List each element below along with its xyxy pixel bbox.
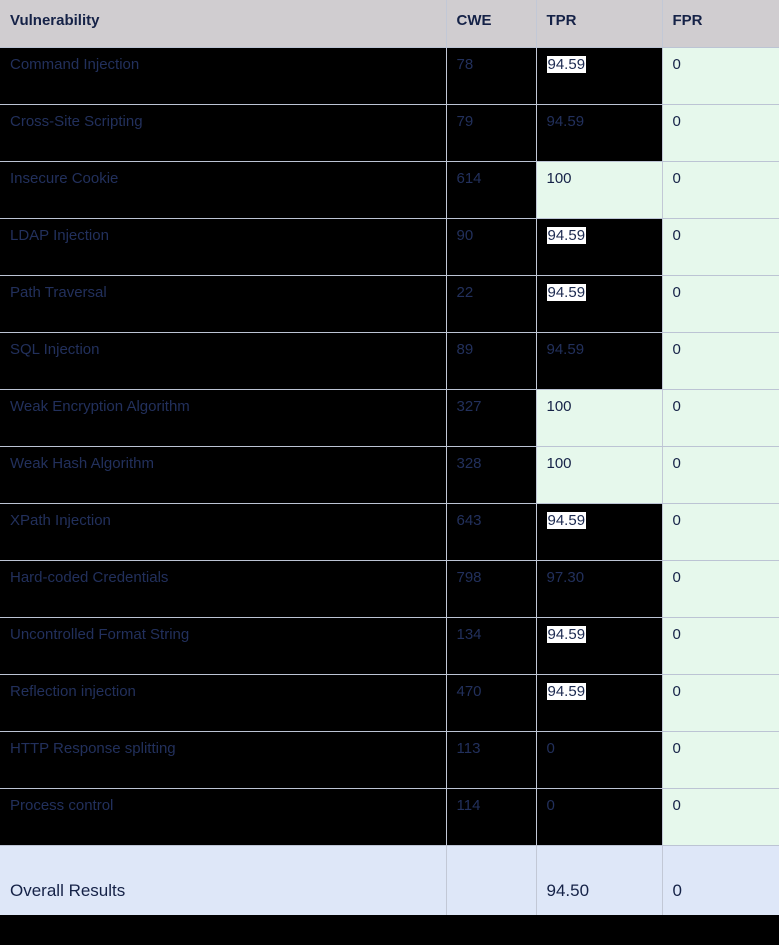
table-body: Command Injection 78 94.59 0 Cross-Site Scri… bbox=[0, 47, 779, 846]
column-header-tpr[interactable]: TPR bbox=[536, 0, 663, 48]
cell-tpr: 97.30 bbox=[536, 560, 663, 618]
table-row[interactable]: Process control 114 0 0 bbox=[0, 788, 779, 846]
cell-cwe: 89 bbox=[446, 332, 537, 390]
cell-cwe: 328 bbox=[446, 446, 537, 504]
cell-cwe: 114 bbox=[446, 788, 537, 846]
cell-vulnerability: Insecure Cookie bbox=[0, 161, 447, 219]
cell-fpr: 0 bbox=[662, 104, 779, 162]
cell-fpr: 0 bbox=[662, 218, 779, 276]
table-row[interactable]: Cross-Site Scripting 79 94.59 0 bbox=[0, 104, 779, 162]
cell-tpr: 100 bbox=[536, 161, 663, 219]
cell-tpr: 94.59 bbox=[536, 47, 663, 105]
table-row[interactable]: XPath Injection 643 94.59 0 bbox=[0, 503, 779, 561]
bottom-black-strip bbox=[0, 915, 779, 939]
cell-vulnerability: Path Traversal bbox=[0, 275, 447, 333]
table-footer: Overall Results 94.50 0 bbox=[0, 844, 779, 915]
cell-tpr: 100 bbox=[536, 446, 663, 504]
cell-cwe: 22 bbox=[446, 275, 537, 333]
overall-results-tpr: 94.50 bbox=[536, 844, 663, 915]
column-header-cwe[interactable]: CWE bbox=[446, 0, 537, 48]
cell-vulnerability: XPath Injection bbox=[0, 503, 447, 561]
cell-vulnerability: Weak Hash Algorithm bbox=[0, 446, 447, 504]
table-row[interactable]: Path Traversal 22 94.59 0 bbox=[0, 275, 779, 333]
column-header-vulnerability[interactable]: Vulnerability bbox=[0, 0, 447, 48]
cell-cwe: 134 bbox=[446, 617, 537, 675]
cell-cwe: 90 bbox=[446, 218, 537, 276]
table-row[interactable]: Weak Encryption Algorithm 327 100 0 bbox=[0, 389, 779, 447]
overall-results-fpr: 0 bbox=[662, 844, 779, 915]
highlighted-value: 94.59 bbox=[546, 682, 587, 700]
highlighted-value: 94.59 bbox=[546, 226, 587, 244]
cell-vulnerability: Uncontrolled Format String bbox=[0, 617, 447, 675]
cell-fpr: 0 bbox=[662, 674, 779, 732]
cell-tpr: 0 bbox=[536, 788, 663, 846]
highlighted-value: 94.59 bbox=[546, 55, 587, 73]
cell-tpr: 100 bbox=[536, 389, 663, 447]
table-header: Vulnerability CWE TPR FPR bbox=[0, 0, 779, 48]
table-row[interactable]: LDAP Injection 90 94.59 0 bbox=[0, 218, 779, 276]
cell-cwe: 470 bbox=[446, 674, 537, 732]
cell-tpr: 94.59 bbox=[536, 617, 663, 675]
cell-fpr: 0 bbox=[662, 389, 779, 447]
cell-fpr: 0 bbox=[662, 332, 779, 390]
cell-cwe: 79 bbox=[446, 104, 537, 162]
cell-fpr: 0 bbox=[662, 503, 779, 561]
cell-fpr: 0 bbox=[662, 788, 779, 846]
vulnerability-results-table: Vulnerability CWE TPR FPR Command Inject… bbox=[0, 0, 779, 915]
table-row[interactable]: SQL Injection 89 94.59 0 bbox=[0, 332, 779, 390]
column-header-fpr[interactable]: FPR bbox=[662, 0, 779, 48]
overall-results-label: Overall Results bbox=[0, 844, 447, 915]
table-row[interactable]: Hard-coded Credentials 798 97.30 0 bbox=[0, 560, 779, 618]
cell-cwe: 327 bbox=[446, 389, 537, 447]
cell-fpr: 0 bbox=[662, 560, 779, 618]
table-row[interactable]: HTTP Response splitting 113 0 0 bbox=[0, 731, 779, 789]
cell-vulnerability: Reflection injection bbox=[0, 674, 447, 732]
cell-tpr: 0 bbox=[536, 731, 663, 789]
header-row: Vulnerability CWE TPR FPR bbox=[0, 0, 779, 48]
cell-vulnerability: Weak Encryption Algorithm bbox=[0, 389, 447, 447]
table-row[interactable]: Insecure Cookie 614 100 0 bbox=[0, 161, 779, 219]
cell-vulnerability: Hard-coded Credentials bbox=[0, 560, 447, 618]
table-row[interactable]: Weak Hash Algorithm 328 100 0 bbox=[0, 446, 779, 504]
cell-tpr: 94.59 bbox=[536, 674, 663, 732]
cell-tpr: 94.59 bbox=[536, 218, 663, 276]
cell-cwe: 798 bbox=[446, 560, 537, 618]
overall-results-row: Overall Results 94.50 0 bbox=[0, 844, 779, 915]
highlighted-value: 94.59 bbox=[546, 625, 587, 643]
table-row[interactable]: Reflection injection 470 94.59 0 bbox=[0, 674, 779, 732]
cell-cwe: 113 bbox=[446, 731, 537, 789]
cell-cwe: 78 bbox=[446, 47, 537, 105]
cell-tpr: 94.59 bbox=[536, 104, 663, 162]
cell-fpr: 0 bbox=[662, 161, 779, 219]
table-row[interactable]: Command Injection 78 94.59 0 bbox=[0, 47, 779, 105]
table-row[interactable]: Uncontrolled Format String 134 94.59 0 bbox=[0, 617, 779, 675]
cell-fpr: 0 bbox=[662, 617, 779, 675]
cell-cwe: 614 bbox=[446, 161, 537, 219]
cell-fpr: 0 bbox=[662, 47, 779, 105]
cell-vulnerability: SQL Injection bbox=[0, 332, 447, 390]
cell-vulnerability: Process control bbox=[0, 788, 447, 846]
cell-fpr: 0 bbox=[662, 275, 779, 333]
cell-vulnerability: Command Injection bbox=[0, 47, 447, 105]
overall-results-cwe bbox=[446, 844, 537, 915]
cell-tpr: 94.59 bbox=[536, 275, 663, 333]
cell-tpr: 94.59 bbox=[536, 503, 663, 561]
highlighted-value: 94.59 bbox=[546, 511, 587, 529]
cell-fpr: 0 bbox=[662, 446, 779, 504]
cell-vulnerability: HTTP Response splitting bbox=[0, 731, 447, 789]
cell-vulnerability: Cross-Site Scripting bbox=[0, 104, 447, 162]
cell-tpr: 94.59 bbox=[536, 332, 663, 390]
cell-cwe: 643 bbox=[446, 503, 537, 561]
cell-fpr: 0 bbox=[662, 731, 779, 789]
cell-vulnerability: LDAP Injection bbox=[0, 218, 447, 276]
highlighted-value: 94.59 bbox=[546, 283, 587, 301]
